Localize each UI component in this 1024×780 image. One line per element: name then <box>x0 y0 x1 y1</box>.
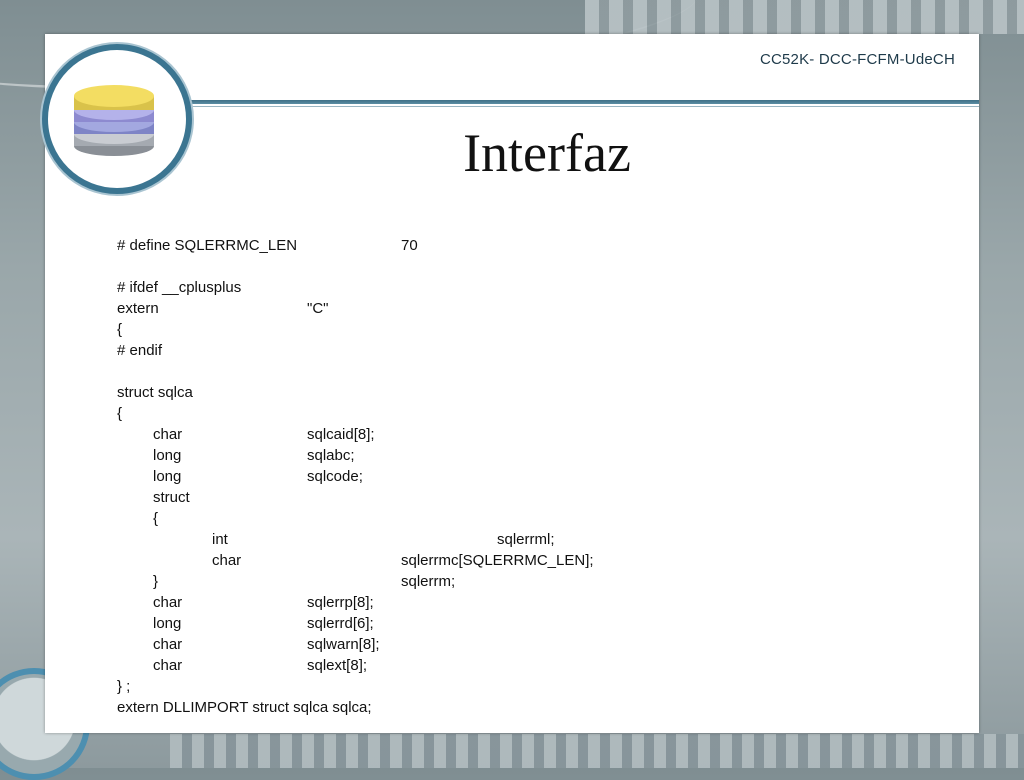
code-line: sqlerrm; <box>401 573 456 590</box>
code-line: char <box>153 636 183 653</box>
database-stack-icon <box>74 85 154 156</box>
code-line: char <box>153 657 183 674</box>
code-line: extern DLLIMPORT struct sqlca sqlca; <box>117 699 372 716</box>
code-line: # endif <box>117 342 163 359</box>
code-line: struct <box>153 489 190 506</box>
code-line: # define SQLERRMC_LEN <box>117 237 298 254</box>
code-line: sqlerrmc[SQLERRMC_LEN]; <box>401 552 594 569</box>
code-line: extern <box>117 300 159 317</box>
code-line: sqlext[8]; <box>307 657 368 674</box>
code-line: { <box>117 405 123 422</box>
code-line: sqlerrd[6]; <box>307 615 374 632</box>
code-line: char <box>153 426 183 443</box>
code-line: sqlwarn[8]; <box>307 636 380 653</box>
header-divider-thin <box>175 106 979 107</box>
code-line: sqlcaid[8]; <box>307 426 375 443</box>
code-line: sqlcode; <box>307 468 363 485</box>
background-bars-top <box>585 0 1024 34</box>
code-line: } <box>153 573 159 590</box>
code-line: "C" <box>307 300 329 317</box>
code-line: int <box>212 531 228 548</box>
code-line: 70 <box>401 237 418 254</box>
header-divider <box>175 100 979 104</box>
code-line: struct sqlca <box>117 384 193 401</box>
code-block: # define SQLERRMC_LEN 70 # ifdef __cplus… <box>117 236 957 716</box>
code-line: long <box>153 615 182 632</box>
code-line: } ; <box>117 678 131 695</box>
database-icon <box>42 44 192 194</box>
code-line: long <box>153 447 182 464</box>
course-label: CC52K- DCC-FCFM-UdeCH <box>759 51 955 68</box>
code-line: { <box>117 321 123 338</box>
code-line: sqlabc; <box>307 447 355 464</box>
code-line: char <box>153 594 183 611</box>
background-bars-bottom <box>170 734 1024 768</box>
code-line: { <box>153 510 159 527</box>
code-line: sqlerrp[8]; <box>307 594 374 611</box>
code-line: # ifdef __cplusplus <box>117 279 242 296</box>
code-line: sqlerrml; <box>497 531 555 548</box>
code-line: char <box>212 552 242 569</box>
code-line: long <box>153 468 182 485</box>
